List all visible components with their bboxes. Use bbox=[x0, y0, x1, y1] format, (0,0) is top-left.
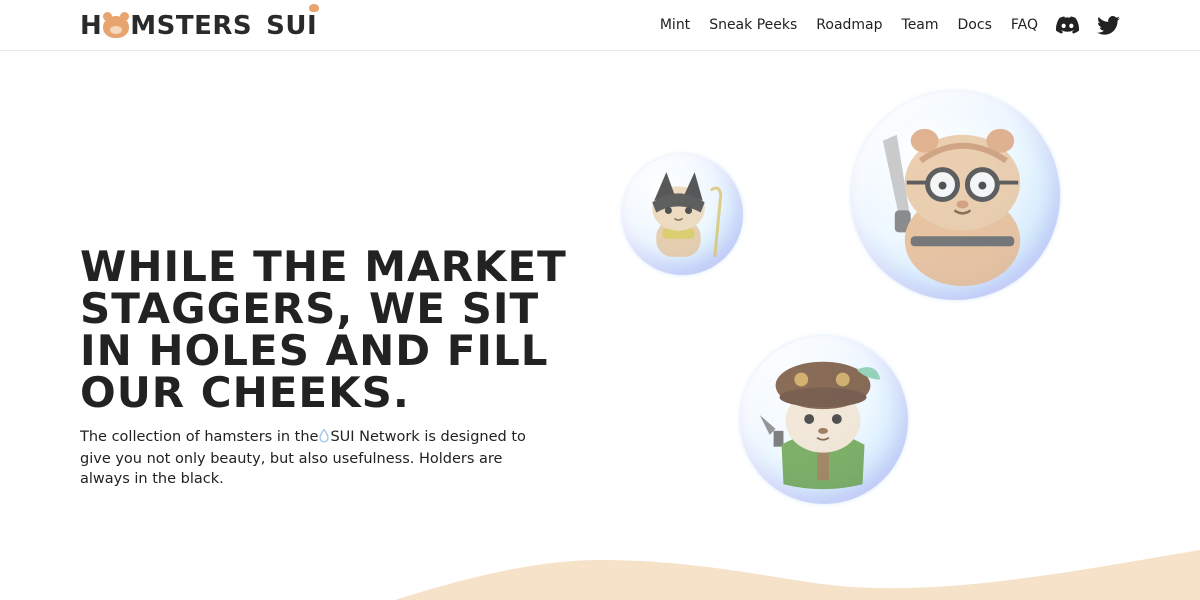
site-header: H MSTERS SUI Mint Sneak Peeks Roadmap Te… bbox=[0, 0, 1200, 51]
logo-text: MSTERS bbox=[130, 11, 253, 41]
logo-letter-h: H bbox=[80, 11, 103, 41]
hamster-bubble-image bbox=[622, 154, 743, 275]
page: H MSTERS SUI Mint Sneak Peeks Roadmap Te… bbox=[0, 0, 1200, 600]
nav-link-team[interactable]: Team bbox=[902, 12, 939, 38]
nav-link-faq[interactable]: FAQ bbox=[1011, 12, 1038, 38]
main-nav: Mint Sneak Peeks Roadmap Team Docs FAQ bbox=[660, 12, 1120, 38]
sui-drop-icon bbox=[319, 428, 330, 449]
nav-link-sneak-peeks[interactable]: Sneak Peeks bbox=[709, 12, 797, 38]
discord-icon[interactable] bbox=[1056, 16, 1079, 34]
nav-link-mint[interactable]: Mint bbox=[660, 12, 690, 38]
hamster-face-icon bbox=[103, 12, 130, 38]
hamster-bubble-image bbox=[851, 91, 1060, 300]
description-text: The collection of hamsters in the bbox=[80, 429, 319, 445]
logo-sui: SUI bbox=[266, 4, 320, 41]
hamster-goggles-illustration bbox=[882, 128, 1021, 287]
hamster-adventurer-illustration bbox=[759, 361, 881, 490]
hamster-ear-icon bbox=[309, 4, 320, 12]
site-logo[interactable]: H MSTERS SUI bbox=[80, 4, 320, 41]
sui-network-text: SUI Network bbox=[330, 429, 420, 445]
hero-description: The collection of hamsters in the SUI Net… bbox=[80, 427, 530, 489]
hero-headline: WHILE THE MARKET STAGGERS, WE SIT IN HOL… bbox=[80, 246, 600, 414]
nav-link-roadmap[interactable]: Roadmap bbox=[816, 12, 882, 38]
twitter-icon[interactable] bbox=[1097, 15, 1120, 35]
logo-sui-text: SUI bbox=[266, 11, 318, 41]
headline-line: OUR CHEEKS. bbox=[80, 368, 410, 417]
nav-link-docs[interactable]: Docs bbox=[958, 12, 992, 38]
hamster-bubble-image bbox=[740, 336, 908, 504]
hamster-pharaoh-illustration bbox=[652, 172, 723, 257]
bottom-wave-decoration bbox=[395, 550, 1200, 600]
